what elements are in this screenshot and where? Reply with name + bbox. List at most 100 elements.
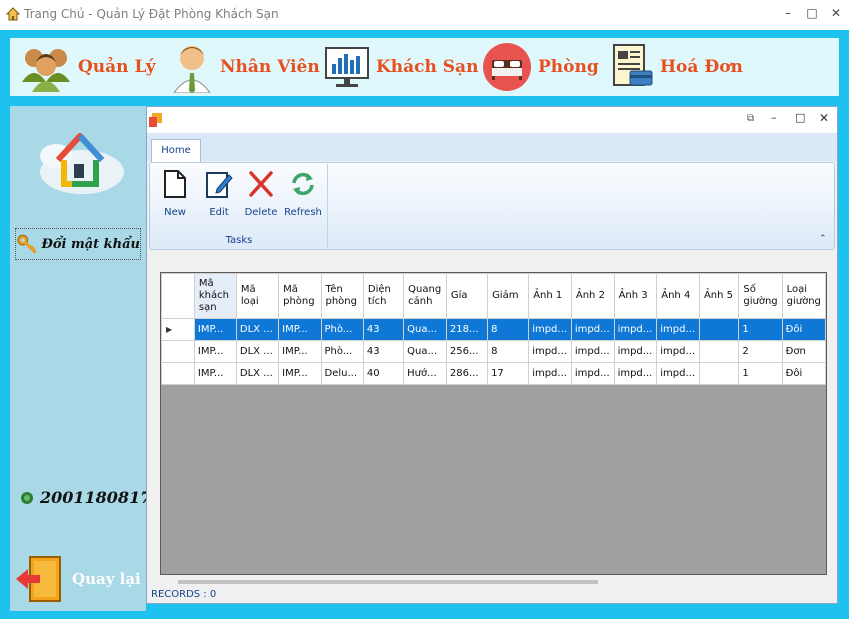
table-cell[interactable]: impd... xyxy=(656,318,700,341)
table-cell[interactable]: DLX ... xyxy=(235,318,280,341)
rooms-grid[interactable]: Mã khách sạn Mã loại Mã phòng Tên phòng … xyxy=(160,272,827,575)
form-icon xyxy=(149,113,162,127)
table-cell[interactable]: 8 xyxy=(487,340,530,363)
close-button[interactable]: ✕ xyxy=(828,5,844,21)
table-cell[interactable]: IMP... xyxy=(278,362,322,385)
delete-x-icon xyxy=(249,171,273,197)
table-cell[interactable]: Đơn xyxy=(781,340,827,363)
new-button[interactable]: New xyxy=(153,169,197,229)
table-cell[interactable]: IMP... xyxy=(193,340,237,363)
child-maximize-button[interactable]: □ xyxy=(795,111,805,124)
column-header[interactable]: Mã phòng xyxy=(278,273,322,319)
table-cell[interactable] xyxy=(698,318,740,341)
table-cell[interactable]: DLX ... xyxy=(235,362,280,385)
restore-icon[interactable]: ⧉ xyxy=(747,113,754,124)
table-cell[interactable]: 40 xyxy=(362,362,405,385)
table-cell[interactable]: Phò... xyxy=(320,318,364,341)
table-cell[interactable]: impd... xyxy=(656,362,700,385)
table-cell[interactable]: IMP... xyxy=(278,340,322,363)
table-cell[interactable]: Hướ... xyxy=(403,362,447,385)
table-cell[interactable]: IMP... xyxy=(193,318,237,341)
scrollbar-thumb[interactable] xyxy=(178,580,598,584)
column-header[interactable]: Mã loại xyxy=(235,273,280,319)
table-cell[interactable]: impd... xyxy=(613,362,658,385)
table-row[interactable]: IMP... DLX ... IMP... Phò... 43 Qua... 256... 8… xyxy=(161,340,827,363)
table-cell[interactable]: impd... xyxy=(613,340,658,363)
rooms-window: ⧉ – □ ✕ Home New Edit Delete Refresh Tas… xyxy=(146,106,838,604)
menu-item-phong[interactable]: Phòng xyxy=(482,38,599,96)
child-minimize-button[interactable]: – xyxy=(771,111,777,124)
table-cell[interactable] xyxy=(698,362,740,385)
people-icon xyxy=(22,49,70,92)
column-header[interactable]: Ảnh 2 xyxy=(570,273,615,319)
column-header[interactable]: Loại giường xyxy=(781,273,827,319)
table-cell[interactable]: 1 xyxy=(738,318,783,341)
top-menu-bar: Quản Lý Nhân Viên Khách Sạn Phòng Hoá Đơ… xyxy=(10,38,839,96)
table-row[interactable]: IMP... DLX ... IMP... Delu... 40 Hướ... 286...… xyxy=(161,362,827,385)
table-cell[interactable]: impd... xyxy=(570,318,615,341)
table-cell[interactable]: Qua... xyxy=(403,318,447,341)
change-password-button[interactable]: Đổi mật khẩu xyxy=(15,228,141,260)
tab-home[interactable]: Home xyxy=(151,139,201,163)
table-cell[interactable]: IMP... xyxy=(193,362,237,385)
table-cell[interactable]: Đôi xyxy=(781,362,827,385)
menu-item-nhan-vien[interactable]: Nhân Viên xyxy=(170,38,320,96)
row-selector[interactable]: ▶ xyxy=(161,318,195,341)
column-header[interactable]: Số giường xyxy=(738,273,783,319)
table-cell[interactable]: Delu... xyxy=(320,362,364,385)
table-cell[interactable] xyxy=(698,340,740,363)
column-header[interactable]: Ảnh 1 xyxy=(528,273,572,319)
refresh-button[interactable]: Refresh xyxy=(281,169,325,229)
column-header[interactable]: Mã khách sạn xyxy=(193,273,237,319)
column-header[interactable]: Ảnh 4 xyxy=(656,273,700,319)
table-cell[interactable]: 1 xyxy=(738,362,783,385)
column-header[interactable]: Ảnh 5 xyxy=(698,273,740,319)
menu-item-quan-ly[interactable]: Quản Lý xyxy=(20,38,156,96)
table-cell[interactable]: 2 xyxy=(738,340,783,363)
table-cell[interactable]: Qua... xyxy=(403,340,447,363)
table-cell[interactable]: 218... xyxy=(445,318,489,341)
header-row: Mã khách sạn Mã loại Mã phòng Tên phòng … xyxy=(161,273,827,319)
table-cell[interactable]: 256... xyxy=(445,340,489,363)
table-cell[interactable]: DLX ... xyxy=(235,340,280,363)
key-icon xyxy=(17,234,37,254)
table-cell[interactable]: impd... xyxy=(528,362,572,385)
collapse-ribbon-icon[interactable]: ⌃ xyxy=(819,234,827,244)
table-cell[interactable]: IMP... xyxy=(278,318,322,341)
column-header[interactable]: Ảnh 3 xyxy=(613,273,658,319)
table-cell[interactable]: Phò... xyxy=(320,340,364,363)
column-header[interactable]: Gía xyxy=(445,273,489,319)
maximize-button[interactable]: □ xyxy=(804,5,820,21)
table-cell[interactable]: impd... xyxy=(570,340,615,363)
menu-label: Khách Sạn xyxy=(376,57,479,77)
row-selector[interactable] xyxy=(161,362,195,385)
back-button[interactable]: Quay lại xyxy=(14,554,142,604)
user-id-text: 2001180817 xyxy=(40,488,152,507)
column-header[interactable]: Quang cảnh xyxy=(403,273,447,319)
window-title: Trang Chủ - Quản Lý Đặt Phòng Khách Sạn xyxy=(24,7,279,21)
table-cell[interactable]: 17 xyxy=(487,362,530,385)
column-header[interactable]: Tên phòng xyxy=(320,273,364,319)
table-cell[interactable]: Đôi xyxy=(781,318,827,341)
row-selector[interactable] xyxy=(161,340,195,363)
table-cell[interactable]: impd... xyxy=(656,340,700,363)
table-cell[interactable]: 286... xyxy=(445,362,489,385)
delete-button[interactable]: Delete xyxy=(239,169,283,229)
table-row[interactable]: ▶ IMP... DLX ... IMP... Phò... 43 Qua... 218...… xyxy=(161,318,827,341)
table-cell[interactable]: impd... xyxy=(613,318,658,341)
edit-button[interactable]: Edit xyxy=(197,169,241,229)
table-cell[interactable]: impd... xyxy=(528,318,572,341)
menu-item-khach-san[interactable]: Khách Sạn xyxy=(324,38,478,96)
table-cell[interactable]: 43 xyxy=(362,340,405,363)
table-cell[interactable]: 43 xyxy=(362,318,405,341)
horizontal-scrollbar[interactable] xyxy=(160,575,827,589)
child-close-button[interactable]: ✕ xyxy=(819,111,829,125)
minimize-button[interactable]: – xyxy=(780,5,796,21)
table-cell[interactable]: impd... xyxy=(570,362,615,385)
column-header[interactable]: Giảm xyxy=(487,273,530,319)
table-cell[interactable]: 8 xyxy=(487,318,530,341)
menu-item-hoa-don[interactable]: Hoá Đơn xyxy=(608,38,743,96)
sidebar: Đổi mật khẩu 2001180817 Quay lại xyxy=(10,106,151,611)
column-header[interactable]: Diện tích xyxy=(362,273,405,319)
table-cell[interactable]: impd... xyxy=(528,340,572,363)
